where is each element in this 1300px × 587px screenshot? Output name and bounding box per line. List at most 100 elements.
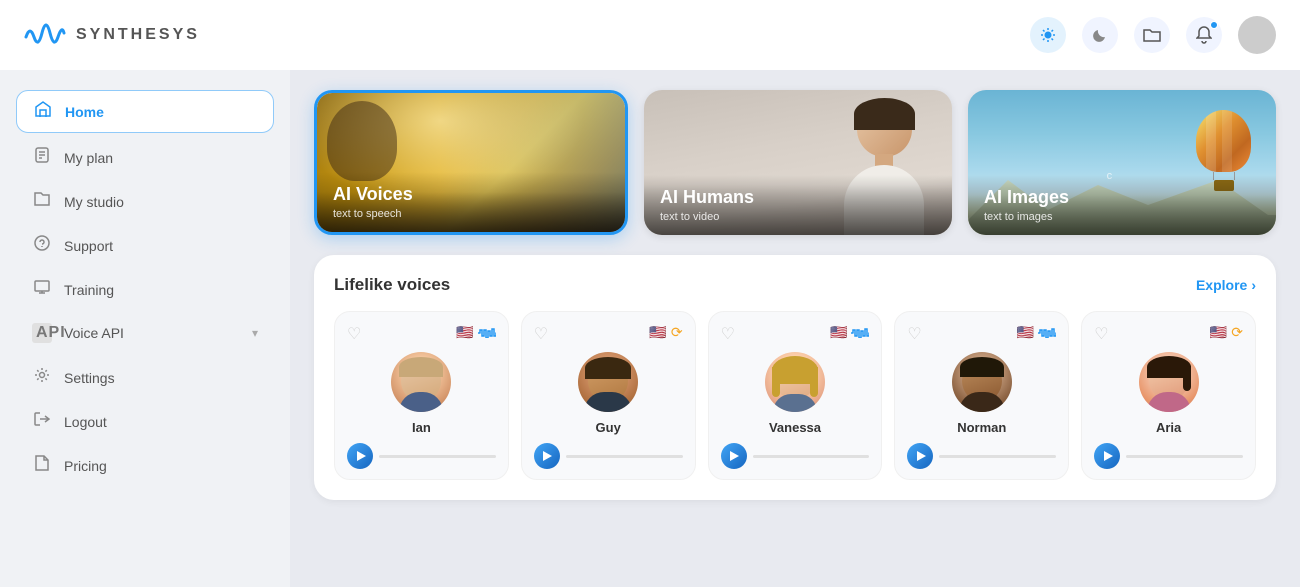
play-row-vanessa [721, 443, 870, 469]
waveform-icon-norman [1038, 328, 1056, 338]
flags-icons-aria: 🇺🇸 ⟳ [1210, 324, 1243, 341]
logo: SYNTHESYS [24, 17, 200, 54]
play-row-norman [907, 443, 1056, 469]
logo-icon [24, 17, 66, 54]
feature-card-ai-images[interactable]: c AI Images text to images [968, 90, 1276, 235]
voices-section-title: Lifelike voices [334, 275, 450, 295]
progress-bar-ian [379, 455, 496, 458]
ai-humans-title: AI Humans [660, 187, 936, 209]
moon-button[interactable] [1082, 17, 1118, 53]
play-button-guy[interactable] [534, 443, 560, 469]
heart-icon-norman[interactable]: ♡ [907, 324, 921, 344]
heart-icon-ian[interactable]: ♡ [347, 324, 361, 344]
sidebar-item-pricing[interactable]: Pricing [16, 445, 274, 486]
sidebar-item-support[interactable]: Support [16, 225, 274, 266]
user-avatar-button[interactable] [1238, 16, 1276, 54]
loop-icon-guy: ⟳ [671, 324, 683, 341]
flags-icons-guy: 🇺🇸 ⟳ [649, 324, 682, 341]
flags-icons-norman: 🇺🇸 [1017, 324, 1056, 341]
feature-card-ai-humans[interactable]: AI Humans text to video [644, 90, 952, 235]
chevron-down-icon: ▾ [252, 326, 258, 340]
vc-top-guy: ♡ 🇺🇸 ⟳ [534, 324, 683, 344]
play-button-vanessa[interactable] [721, 443, 747, 469]
sidebar-item-logout[interactable]: Logout [16, 402, 274, 441]
voice-name-guy: Guy [534, 420, 683, 435]
explore-arrow: › [1251, 277, 1256, 293]
sidebar-item-training-label: Training [64, 282, 258, 298]
feature-card-ai-voices[interactable]: AI Voices text to speech [314, 90, 628, 235]
play-button-norman[interactable] [907, 443, 933, 469]
explore-label: Explore [1196, 277, 1247, 293]
notification-button[interactable] [1186, 17, 1222, 53]
sidebar-item-logout-label: Logout [64, 414, 258, 430]
flag-ian: 🇺🇸 [456, 324, 473, 341]
ai-images-title: AI Images [984, 187, 1260, 209]
ai-voices-subtitle: text to speech [333, 208, 609, 220]
pricing-icon [32, 455, 52, 476]
voices-section: Lifelike voices Explore › ♡ 🇺🇸 [314, 255, 1276, 500]
logout-icon [32, 412, 52, 431]
vc-top-norman: ♡ 🇺🇸 [907, 324, 1056, 344]
ai-humans-subtitle: text to video [660, 211, 936, 223]
progress-bar-guy [566, 455, 683, 458]
sun-button[interactable] [1030, 17, 1066, 53]
heart-icon-vanessa[interactable]: ♡ [721, 324, 735, 344]
folder-button[interactable] [1134, 17, 1170, 53]
vc-top-ian: ♡ 🇺🇸 [347, 324, 496, 344]
explore-link[interactable]: Explore › [1196, 277, 1256, 293]
play-row-ian [347, 443, 496, 469]
vc-top-aria: ♡ 🇺🇸 ⟳ [1094, 324, 1243, 344]
play-button-ian[interactable] [347, 443, 373, 469]
studio-icon [32, 192, 52, 211]
voice-card-guy: ♡ 🇺🇸 ⟳ Guy [521, 311, 696, 480]
flag-guy: 🇺🇸 [649, 324, 666, 341]
api-badge: API [32, 323, 52, 343]
progress-bar-vanessa [753, 455, 870, 458]
voice-name-vanessa: Vanessa [721, 420, 870, 435]
voice-name-aria: Aria [1094, 420, 1243, 435]
voice-card-ian: ♡ 🇺🇸 Ian [334, 311, 509, 480]
flag-vanessa: 🇺🇸 [830, 324, 847, 341]
voice-card-aria: ♡ 🇺🇸 ⟳ Aria [1081, 311, 1256, 480]
sidebar-item-my-studio-label: My studio [64, 194, 258, 210]
flag-norman: 🇺🇸 [1017, 324, 1034, 341]
ai-images-overlay: AI Images text to images [968, 175, 1276, 235]
play-row-guy [534, 443, 683, 469]
plan-icon [32, 147, 52, 168]
play-row-aria [1094, 443, 1243, 469]
vc-top-vanessa: ♡ 🇺🇸 [721, 324, 870, 344]
sidebar-item-my-studio[interactable]: My studio [16, 182, 274, 221]
sidebar-item-settings-label: Settings [64, 370, 258, 386]
sidebar-item-home-label: Home [65, 104, 257, 120]
voice-card-norman: ♡ 🇺🇸 Norman [894, 311, 1069, 480]
home-icon [33, 101, 53, 122]
ai-voices-title: AI Voices [333, 184, 609, 206]
sidebar-item-support-label: Support [64, 238, 258, 254]
play-button-aria[interactable] [1094, 443, 1120, 469]
header-controls [1030, 16, 1276, 54]
voices-header: Lifelike voices Explore › [334, 275, 1256, 295]
heart-icon-guy[interactable]: ♡ [534, 324, 548, 344]
notification-dot [1210, 21, 1218, 29]
loop-icon-aria: ⟳ [1231, 324, 1243, 341]
flags-icons-ian: 🇺🇸 [456, 324, 495, 341]
flag-aria: 🇺🇸 [1210, 324, 1227, 341]
flags-icons-vanessa: 🇺🇸 [830, 324, 869, 341]
feature-cards-row: AI Voices text to speech [314, 90, 1276, 235]
sidebar-item-settings[interactable]: Settings [16, 357, 274, 398]
heart-icon-aria[interactable]: ♡ [1094, 324, 1108, 344]
sidebar-item-my-plan[interactable]: My plan [16, 137, 274, 178]
sidebar-item-training[interactable]: Training [16, 270, 274, 309]
support-icon [32, 235, 52, 256]
app-header: SYNTHESYS [0, 0, 1300, 70]
content-area: AI Voices text to speech [290, 70, 1300, 587]
waveform-icon-vanessa [851, 328, 869, 338]
ai-images-subtitle: text to images [984, 211, 1260, 223]
voice-name-ian: Ian [347, 420, 496, 435]
settings-icon [32, 367, 52, 388]
progress-bar-aria [1126, 455, 1243, 458]
sidebar-item-home[interactable]: Home [16, 90, 274, 133]
logo-text: SYNTHESYS [76, 26, 200, 44]
sidebar: Home My plan My studio [0, 70, 290, 587]
sidebar-item-voice-api[interactable]: API Voice API ▾ [16, 313, 274, 353]
